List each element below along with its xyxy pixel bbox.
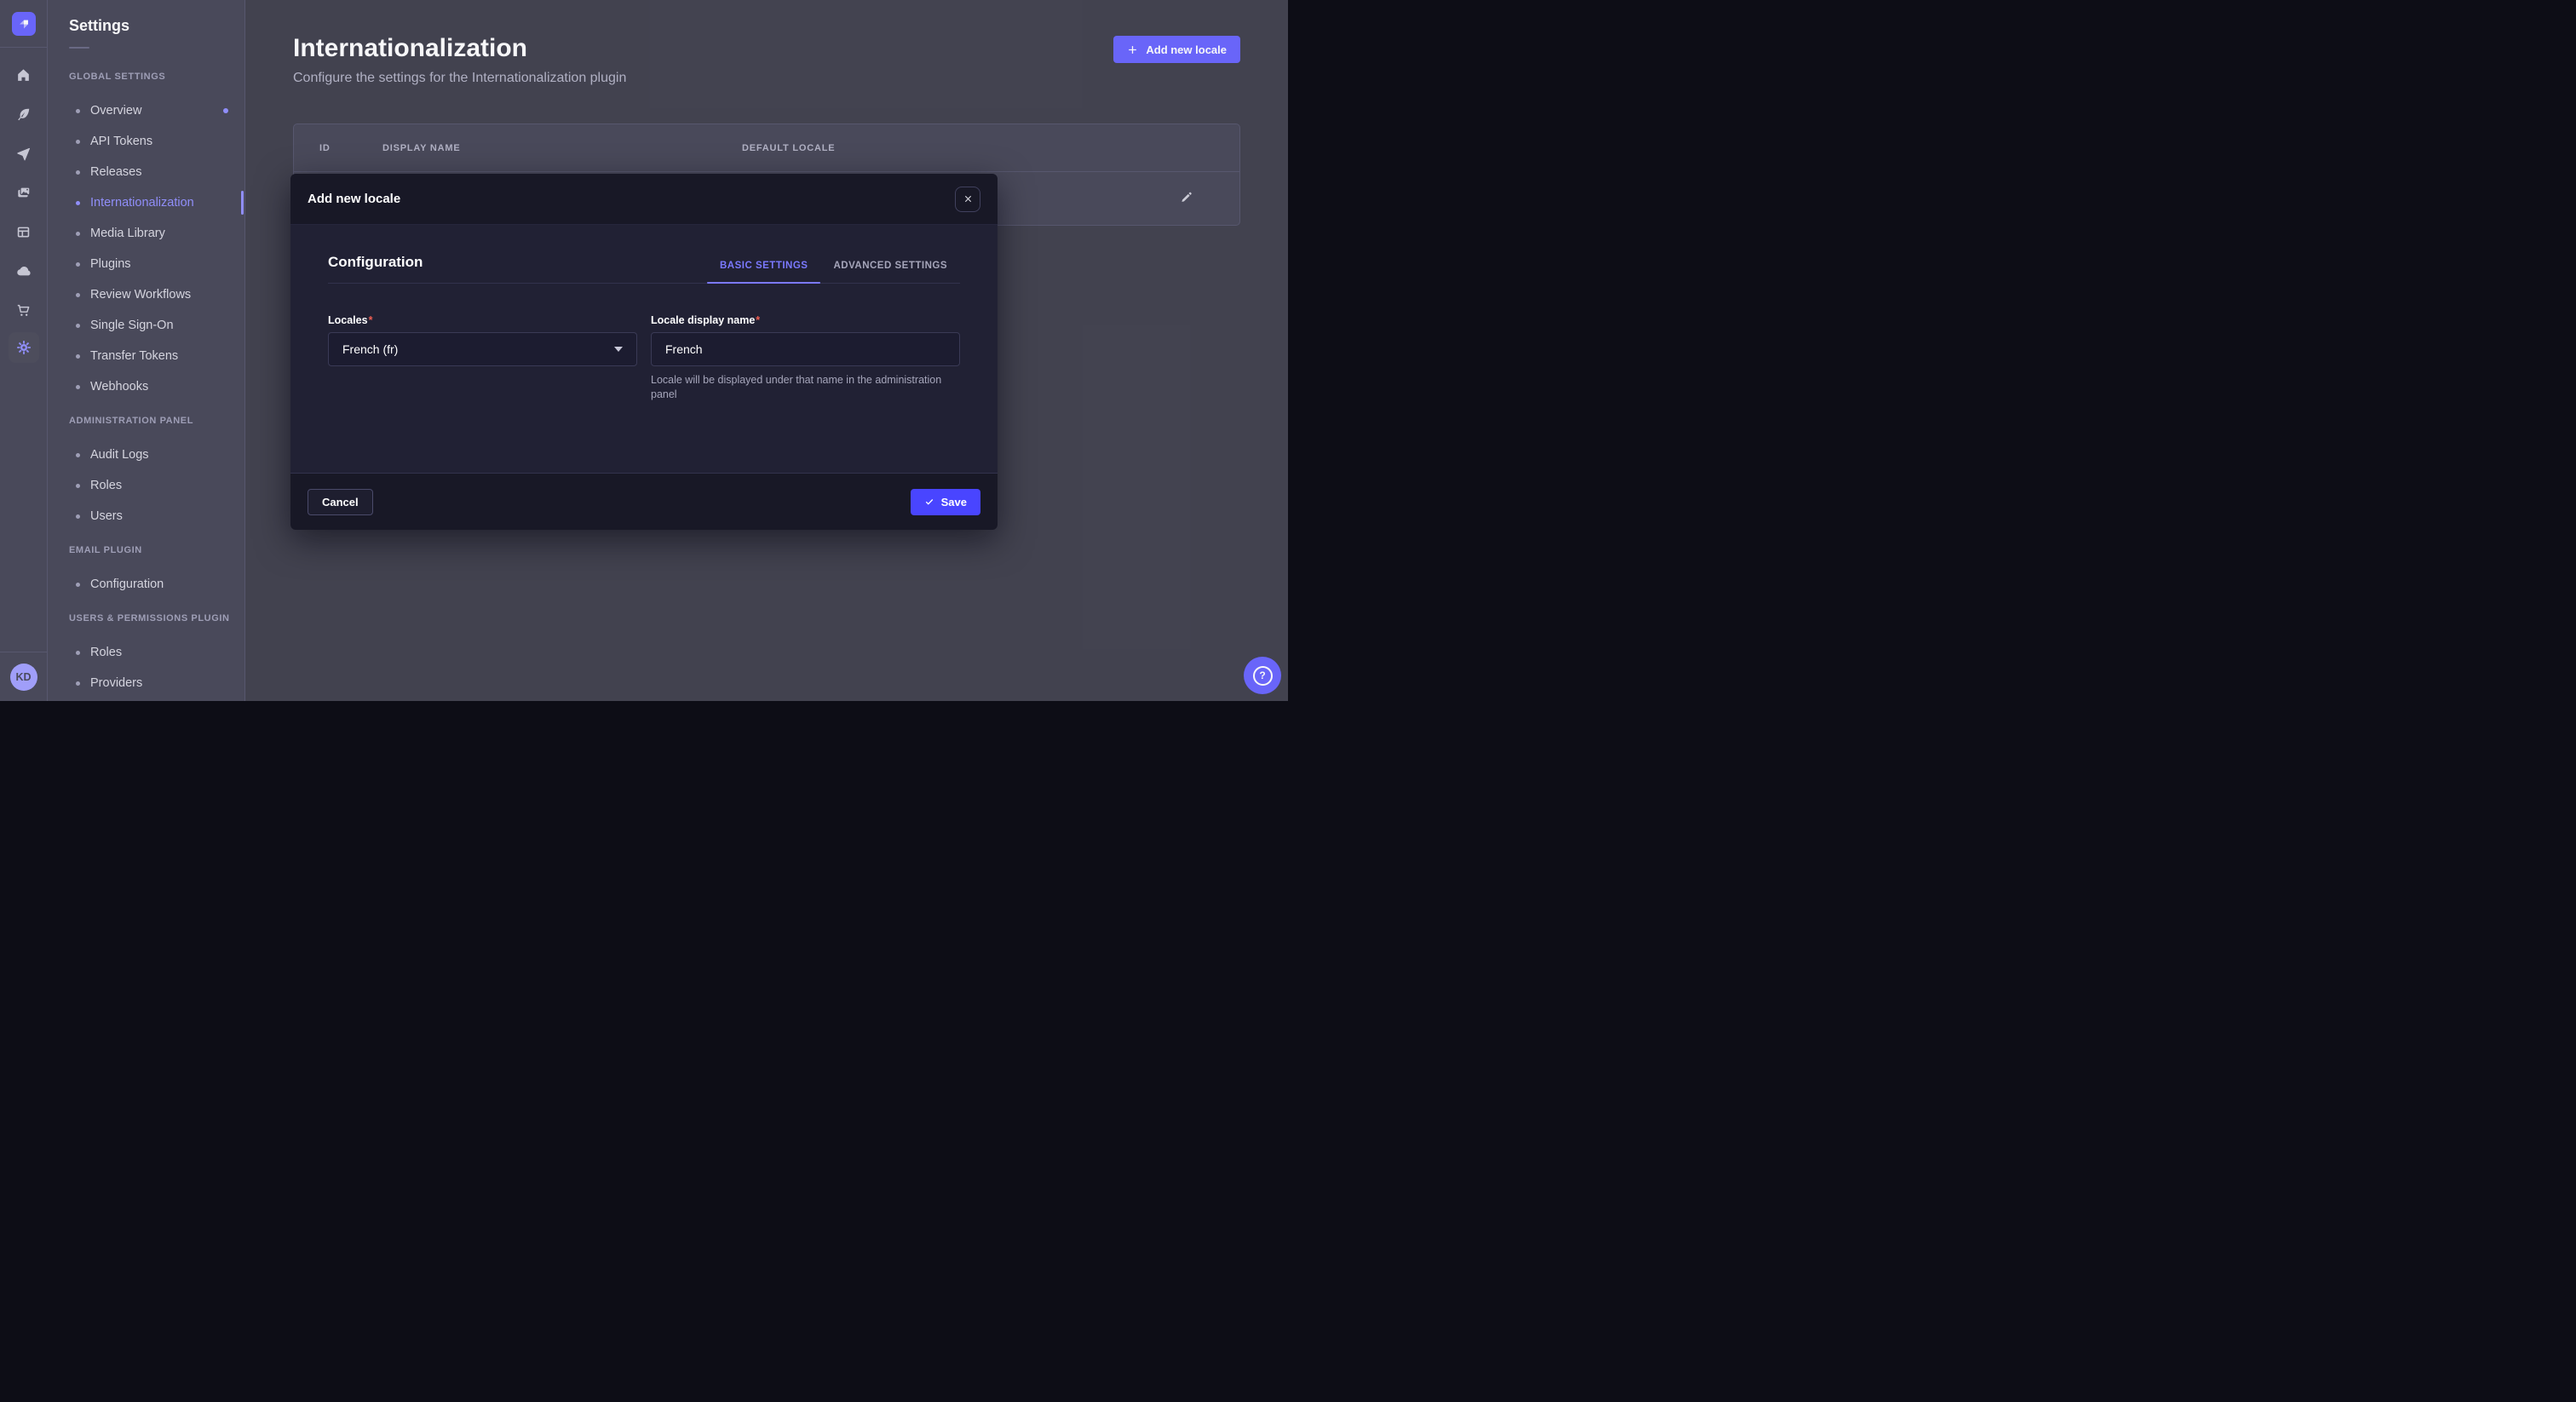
tab-advanced-settings[interactable]: ADVANCED SETTINGS (820, 261, 960, 283)
tab-basic-settings[interactable]: BASIC SETTINGS (707, 261, 820, 283)
locales-field-group: Locales* French (fr) (328, 314, 637, 402)
display-name-input-value: French (665, 342, 703, 356)
save-button[interactable]: Save (911, 489, 980, 515)
close-modal-button[interactable] (955, 187, 980, 212)
add-locale-modal: Add new locale Configuration BASIC SETTI… (290, 174, 998, 530)
configuration-title: Configuration (328, 254, 423, 283)
chevron-down-icon (614, 347, 623, 352)
locales-select-value: French (fr) (342, 342, 398, 356)
modal-header: Add new locale (290, 174, 998, 225)
required-asterisk: * (369, 314, 373, 326)
modal-body: Configuration BASIC SETTINGS ADVANCED SE… (290, 225, 998, 473)
locales-label-text: Locales (328, 314, 368, 326)
locales-label: Locales* (328, 314, 637, 326)
required-asterisk: * (756, 314, 760, 326)
form-fields: Locales* French (fr) Locale display name… (328, 314, 960, 402)
cancel-button[interactable]: Cancel (308, 489, 373, 515)
check-icon (924, 497, 934, 507)
save-button-label: Save (941, 496, 967, 509)
display-name-field-group: Locale display name* French Locale will … (651, 314, 960, 402)
display-name-label: Locale display name* (651, 314, 960, 326)
settings-tabs: BASIC SETTINGS ADVANCED SETTINGS (707, 261, 960, 283)
locales-select[interactable]: French (fr) (328, 332, 637, 366)
modal-title: Add new locale (308, 192, 400, 206)
configuration-header-row: Configuration BASIC SETTINGS ADVANCED SE… (328, 254, 960, 284)
close-icon (963, 194, 973, 204)
modal-footer: Cancel Save (290, 473, 998, 530)
strapi-admin-screen: KD Settings GLOBAL SETTINGS Overview API… (0, 0, 1288, 701)
display-name-hint: Locale will be displayed under that name… (651, 373, 960, 402)
display-name-label-text: Locale display name (651, 314, 755, 326)
display-name-input[interactable]: French (651, 332, 960, 366)
